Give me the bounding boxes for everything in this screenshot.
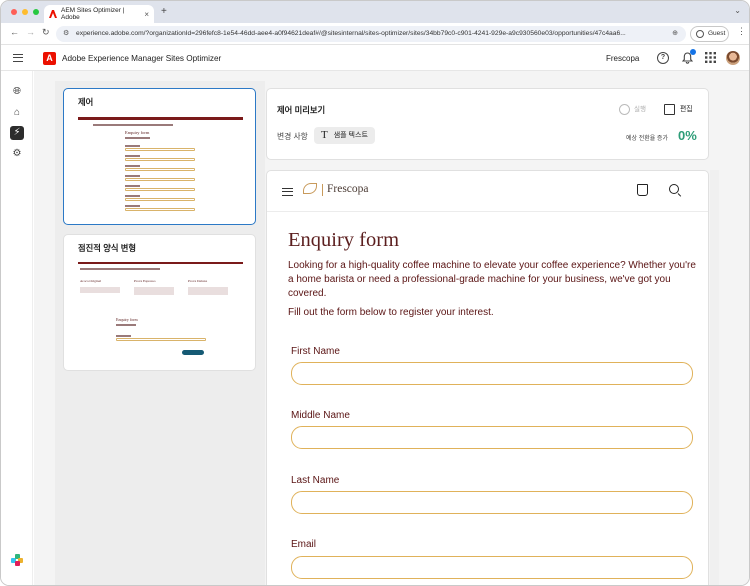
open-external-icon [664,103,675,115]
changes-label: 변경 사항 [277,132,308,141]
notifications-bell-icon[interactable] [681,49,696,64]
app-header: A Adobe Experience Manager Sites Optimiz… [1,46,749,71]
home-icon[interactable]: ⌂ [10,106,24,120]
conversion-label: 예상 전환율 증가 [626,136,668,142]
conversion-value: 0% [678,128,697,143]
first-name-field[interactable] [291,362,693,385]
adobe-logo-icon: A [43,52,56,65]
thumb-card-3: Prova Deluxe [188,279,208,283]
logo-divider [322,184,323,196]
adobe-favicon-icon [49,10,57,18]
cart-icon[interactable] [637,184,648,196]
text-icon: T [321,129,328,141]
frescopa-logo-icon[interactable] [303,183,317,194]
form-instructions: Fill out the form below to register your… [288,307,494,318]
org-switcher[interactable]: Frescopa [606,54,639,63]
browser-toolbar: ← → ↻ ⚙ experience.adobe.com/?organizati… [1,23,749,45]
last-name-label: Last Name [291,475,340,486]
variant-thumbnail: Enquiry form [78,113,243,217]
tab-strip: AEM Sites Optimizer | Adobe × + ⌄ [1,1,749,23]
search-icon[interactable] [669,184,679,194]
zoom-icon[interactable]: ⊕ [672,26,678,42]
menu-hamburger-icon[interactable] [13,54,23,62]
new-tab-button[interactable]: + [161,6,167,17]
thumb-form-title: Enquiry form [116,317,138,322]
browser-tab[interactable]: AEM Sites Optimizer | Adobe × [44,5,154,23]
email-label: Email [291,539,317,550]
apps-grid-icon[interactable] [704,52,716,64]
preview-header-card: 제어 미리보기 실행 편집 변경 사항 T 샘플 텍스트 예상 전환율 증가 0% [266,88,709,160]
user-avatar[interactable] [726,51,740,65]
tab-title: AEM Sites Optimizer | Adobe [61,7,125,21]
apply-label: 실행 [634,106,646,113]
app-title: Adobe Experience Manager Sites Optimizer [62,54,222,63]
email-field[interactable] [291,556,693,579]
thumb-card-1: Aroca Original [80,279,102,283]
variant-card-control[interactable]: 제어 Enquiry form [63,88,256,225]
browser-menu-icon[interactable]: ⋮ [737,26,746,37]
form-title: Enquiry form [288,229,400,251]
left-rail: 🌐︎ ⌂ ⚡︎ ⚙ [1,71,33,585]
apply-button[interactable]: 실행 [619,103,646,115]
preview-title: 제어 미리보기 [277,105,326,115]
middle-name-field[interactable] [291,426,693,449]
variant-title: 점진적 양식 변형 [78,243,137,253]
maximize-window-button[interactable] [33,9,39,15]
slack-icon[interactable] [11,554,23,566]
edit-button[interactable]: 편집 [664,103,693,115]
help-icon[interactable]: ? [657,52,669,64]
back-arrow-icon[interactable]: ← [10,27,19,37]
site-brand[interactable]: Frescopa [327,183,369,195]
form-intro: Looking for a high-quality coffee machin… [288,260,696,299]
variant-card-progressive-form[interactable]: 점진적 양식 변형 Aroca Original Prova Espresso … [63,234,256,371]
reload-icon[interactable]: ↻ [42,27,50,38]
globe-icon[interactable]: 🌐︎ [10,85,24,99]
preview-scrollbar[interactable] [710,170,719,585]
person-icon [696,30,704,38]
minimize-window-button[interactable] [22,9,28,15]
address-url: experience.adobe.com/?organizationId=296… [76,30,626,37]
deploy-icon [619,103,630,115]
site-nav: Frescopa [267,171,708,212]
browser-window: AEM Sites Optimizer | Adobe × + ⌄ ← → ↻ … [0,0,750,586]
thumb-form-title: Enquiry form [125,130,150,135]
middle-name-label: Middle Name [291,410,350,421]
sample-text-chip[interactable]: T 샘플 텍스트 [314,127,375,144]
last-name-field[interactable] [291,491,693,514]
variant-title: 제어 [78,97,94,107]
preview-frame: Frescopa Enquiry form Looking for a high… [266,170,709,585]
address-bar[interactable]: ⚙ experience.adobe.com/?organizationId=2… [56,26,686,42]
settings-gear-icon[interactable]: ⚙ [10,147,24,161]
sample-text-label: 샘플 텍스트 [333,132,368,139]
variant-thumbnail: Aroca Original Prova Espresso Prova Delu… [78,259,243,363]
first-name-label: First Name [291,346,340,357]
main-content: 제어 Enquiry form 점진적 양식 변형 Aroca Original… [34,71,749,585]
forward-arrow-icon[interactable]: → [26,27,35,37]
edit-label: 편집 [680,106,693,113]
guest-profile-button[interactable]: Guest [690,26,729,42]
thumb-card-2: Prova Espresso [134,279,156,283]
site-menu-icon[interactable] [282,188,293,196]
site-info-icon[interactable]: ⚙ [63,26,69,42]
tab-list-chevron-icon[interactable]: ⌄ [734,6,741,15]
guest-label: Guest [708,30,726,37]
close-window-button[interactable] [11,9,17,15]
close-tab-icon[interactable]: × [144,10,149,19]
notification-badge [690,49,696,55]
opportunities-icon[interactable]: ⚡︎ [10,126,24,140]
